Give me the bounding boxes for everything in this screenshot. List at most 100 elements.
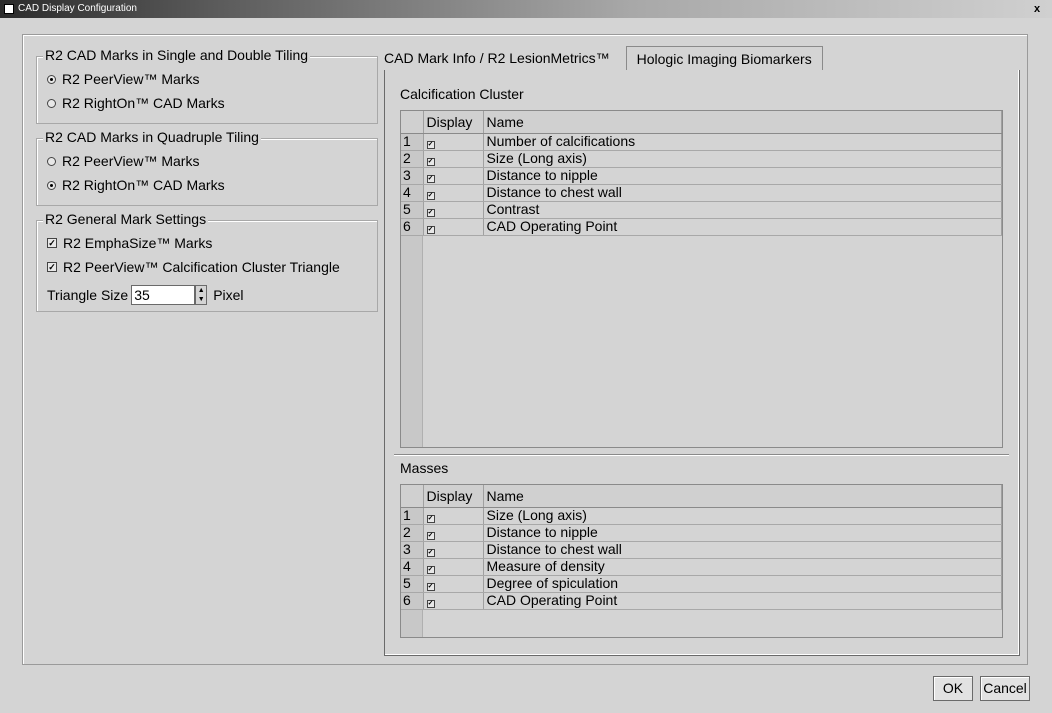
display-cell: ✓ <box>423 133 484 151</box>
pixel-unit-label: Pixel <box>213 287 244 303</box>
tab-hologic-biomarkers[interactable]: Hologic Imaging Biomarkers <box>625 46 823 70</box>
table-row[interactable]: 1 ✓ Size (Long axis) <box>401 507 1002 525</box>
name-cell: Number of calcifications <box>483 133 1002 151</box>
spin-down-icon[interactable]: ▼ <box>196 295 206 304</box>
table-row[interactable]: 2 ✓ Size (Long axis) <box>401 150 1002 168</box>
display-cell: ✓ <box>423 541 484 559</box>
option-label: R2 RightOn™ CAD Marks <box>62 177 225 193</box>
option-label: R2 RightOn™ CAD Marks <box>62 95 225 111</box>
display-cell: ✓ <box>423 201 484 219</box>
display-checkbox[interactable]: ✓ <box>426 175 435 183</box>
table-row[interactable]: 5 ✓ Degree of spiculation <box>401 575 1002 593</box>
quadruple-peerview-radio[interactable]: R2 PeerView™ Marks <box>47 153 199 169</box>
corner-header <box>401 485 424 508</box>
row-number: 2 <box>401 524 424 542</box>
table-row[interactable]: 3 ✓ Distance to nipple <box>401 167 1002 185</box>
table-row[interactable]: 5 ✓ Contrast <box>401 201 1002 219</box>
spin-up-icon[interactable]: ▲ <box>196 286 206 295</box>
display-cell: ✓ <box>423 507 484 525</box>
single-double-tiling-group: R2 CAD Marks in Single and Double Tiling… <box>36 47 378 124</box>
triangle-size-row: Triangle Size ▲ ▼ Pixel <box>47 285 244 305</box>
checkbox-label: R2 EmphaSize™ Marks <box>63 235 213 251</box>
display-column-header[interactable]: Display <box>423 485 484 508</box>
name-column-header[interactable]: Name <box>483 485 1002 508</box>
display-cell: ✓ <box>423 524 484 542</box>
row-number: 4 <box>401 184 424 202</box>
display-checkbox[interactable]: ✓ <box>426 600 435 608</box>
table-row[interactable]: 6 ✓ CAD Operating Point <box>401 218 1002 236</box>
radio-selected-icon[interactable] <box>47 180 56 190</box>
window-title: CAD Display Configuration <box>18 3 137 14</box>
display-checkbox[interactable]: ✓ <box>426 158 435 166</box>
table-row[interactable]: 4 ✓ Distance to chest wall <box>401 184 1002 202</box>
calc-cluster-triangle-checkbox[interactable]: ✓ R2 PeerView™ Calcification Cluster Tri… <box>47 259 340 275</box>
display-checkbox[interactable]: ✓ <box>426 549 435 557</box>
name-cell: CAD Operating Point <box>483 592 1002 610</box>
name-cell: Distance to chest wall <box>483 541 1002 559</box>
display-cell: ✓ <box>423 167 484 185</box>
name-cell: Distance to nipple <box>483 524 1002 542</box>
row-number: 4 <box>401 558 424 576</box>
display-checkbox[interactable]: ✓ <box>426 226 435 234</box>
display-checkbox[interactable]: ✓ <box>426 532 435 540</box>
radio-unselected-icon[interactable] <box>47 156 56 166</box>
display-cell: ✓ <box>423 150 484 168</box>
emphasize-checkbox[interactable]: ✓ R2 EmphaSize™ Marks <box>47 235 212 251</box>
name-cell: Distance to nipple <box>483 167 1002 185</box>
table-row[interactable]: 4 ✓ Measure of density <box>401 558 1002 576</box>
table-row[interactable]: 1 ✓ Number of calcifications <box>401 133 1002 151</box>
close-button[interactable]: x <box>1030 0 1044 18</box>
display-checkbox[interactable]: ✓ <box>426 141 435 149</box>
radio-unselected-icon[interactable] <box>47 98 56 108</box>
name-cell: Measure of density <box>483 558 1002 576</box>
display-checkbox[interactable]: ✓ <box>426 192 435 200</box>
checkbox-checked-icon[interactable]: ✓ <box>47 238 57 248</box>
display-checkbox[interactable]: ✓ <box>426 209 435 217</box>
table-row[interactable]: 6 ✓ CAD Operating Point <box>401 592 1002 610</box>
display-checkbox[interactable]: ✓ <box>426 583 435 591</box>
app-icon <box>4 4 14 14</box>
row-number: 3 <box>401 541 424 559</box>
row-number: 5 <box>401 575 424 593</box>
option-label: R2 PeerView™ Marks <box>62 71 200 87</box>
masses-title: Masses <box>400 460 449 476</box>
ok-button[interactable]: OK <box>933 676 973 701</box>
table-row[interactable]: 3 ✓ Distance to chest wall <box>401 541 1002 559</box>
display-checkbox[interactable]: ✓ <box>426 566 435 574</box>
row-number: 2 <box>401 150 424 168</box>
display-cell: ✓ <box>423 575 484 593</box>
option-label: R2 PeerView™ Marks <box>62 153 200 169</box>
display-column-header[interactable]: Display <box>423 111 484 134</box>
tab-cad-mark-info[interactable]: CAD Mark Info / R2 LesionMetrics™ <box>384 46 620 70</box>
cancel-button[interactable]: Cancel <box>980 676 1030 701</box>
row-number: 1 <box>401 507 424 525</box>
masses-table: Display Name 1 ✓ Size (Long axis) 2 ✓ Distanc… <box>401 485 1002 610</box>
quadruple-tiling-legend: R2 CAD Marks in Quadruple Tiling <box>43 129 261 145</box>
calcification-table: Display Name 1 ✓ Number of calcifications 2… <box>401 111 1002 236</box>
quadruple-tiling-group: R2 CAD Marks in Quadruple Tiling R2 Peer… <box>36 129 378 206</box>
triangle-size-input[interactable] <box>131 285 196 305</box>
name-cell: Contrast <box>483 201 1002 219</box>
table-row[interactable]: 2 ✓ Distance to nipple <box>401 524 1002 542</box>
single-double-peerview-radio[interactable]: R2 PeerView™ Marks <box>47 71 199 87</box>
tab-bar: CAD Mark Info / R2 LesionMetrics™ Hologi… <box>384 46 823 70</box>
quadruple-righton-radio[interactable]: R2 RightOn™ CAD Marks <box>47 177 225 193</box>
single-double-tiling-legend: R2 CAD Marks in Single and Double Tiling <box>43 47 311 63</box>
single-double-righton-radio[interactable]: R2 RightOn™ CAD Marks <box>47 95 225 111</box>
name-cell: Distance to chest wall <box>483 184 1002 202</box>
row-number: 6 <box>401 592 424 610</box>
general-mark-settings-legend: R2 General Mark Settings <box>43 211 209 227</box>
display-cell: ✓ <box>423 592 484 610</box>
name-cell: CAD Operating Point <box>483 218 1002 236</box>
row-number: 5 <box>401 201 424 219</box>
spin-button[interactable]: ▲ ▼ <box>195 285 208 305</box>
radio-selected-icon[interactable] <box>47 74 56 84</box>
calcification-grid: Display Name 1 ✓ Number of calcifications 2… <box>400 110 1003 448</box>
checkbox-checked-icon[interactable]: ✓ <box>47 262 57 272</box>
name-column-header[interactable]: Name <box>483 111 1002 134</box>
display-checkbox[interactable]: ✓ <box>426 515 435 523</box>
general-mark-settings-group: R2 General Mark Settings ✓ R2 EmphaSize™… <box>36 211 378 312</box>
splitter[interactable] <box>394 454 1009 456</box>
display-cell: ✓ <box>423 184 484 202</box>
masses-grid: Display Name 1 ✓ Size (Long axis) 2 ✓ Distanc… <box>400 484 1003 638</box>
